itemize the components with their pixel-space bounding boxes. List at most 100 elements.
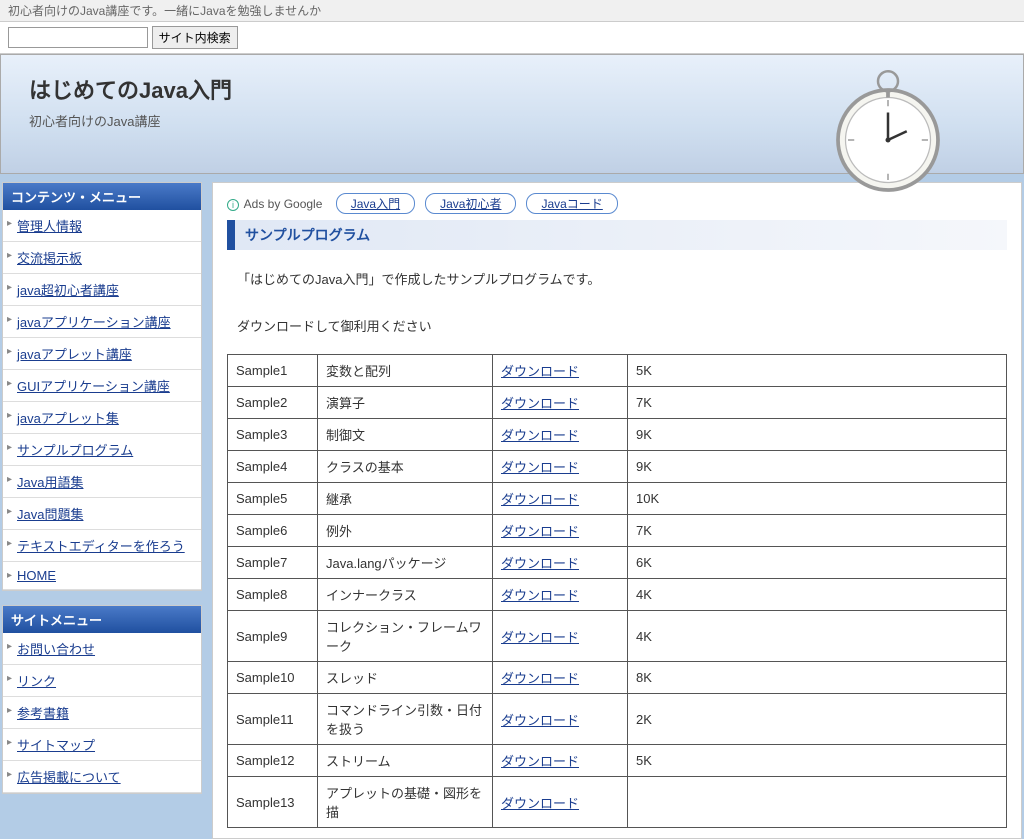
- contents-menu: コンテンツ・メニュー 管理人情報交流掲示板 java超初心者講座 javaアプリケー…: [2, 182, 202, 591]
- menu-item[interactable]: テキストエディターを作ろう: [3, 530, 201, 562]
- search-button[interactable]: [152, 26, 238, 49]
- sample-id: Sample12: [228, 745, 318, 777]
- sample-id: Sample8: [228, 579, 318, 611]
- sample-id: Sample5: [228, 483, 318, 515]
- table-row: Sample4クラスの基本ダウンロード9K: [228, 451, 1007, 483]
- menu-link[interactable]: Java問題集: [17, 507, 83, 522]
- menu-item[interactable]: Java問題集: [3, 498, 201, 530]
- download-cell: ダウンロード: [493, 611, 628, 662]
- top-tagline: 初心者向けのJava講座です。一緒にJavaを勉強しませんか: [0, 0, 1024, 22]
- table-row: Sample8インナークラスダウンロード4K: [228, 579, 1007, 611]
- menu-link[interactable]: 交流掲示板: [17, 251, 82, 266]
- sample-name: Java.langパッケージ: [318, 547, 493, 579]
- download-cell: ダウンロード: [493, 745, 628, 777]
- menu-link[interactable]: HOME: [17, 568, 56, 583]
- download-link[interactable]: ダウンロード: [501, 428, 579, 443]
- site-menu: サイトメニュー お問い合わせリンク参考書籍サイトマップ広告掲載について: [2, 605, 202, 794]
- menu-item[interactable]: リンク: [3, 665, 201, 697]
- menu-item[interactable]: 管理人情報: [3, 210, 201, 242]
- menu-link[interactable]: 管理人情報: [17, 219, 82, 234]
- sample-size: 5K: [628, 355, 1007, 387]
- table-row: Sample3制御文ダウンロード9K: [228, 419, 1007, 451]
- sample-name: 変数と配列: [318, 355, 493, 387]
- sample-size: 6K: [628, 547, 1007, 579]
- menu-item[interactable]: GUIアプリケーション講座: [3, 370, 201, 402]
- menu-link[interactable]: リンク: [17, 674, 56, 689]
- sample-size: 10K: [628, 483, 1007, 515]
- sample-name: 演算子: [318, 387, 493, 419]
- menu-item[interactable]: 参考書籍: [3, 697, 201, 729]
- download-cell: ダウンロード: [493, 694, 628, 745]
- menu-title: サイトメニュー: [3, 606, 201, 633]
- menu-title: コンテンツ・メニュー: [3, 183, 201, 210]
- sample-name: クラスの基本: [318, 451, 493, 483]
- download-link[interactable]: ダウンロード: [501, 396, 579, 411]
- download-cell: ダウンロード: [493, 662, 628, 694]
- ads-label: Ads by Google: [244, 197, 323, 211]
- ad-pill[interactable]: Java入門: [336, 193, 415, 214]
- ad-pill[interactable]: Java初心者: [425, 193, 516, 214]
- info-icon: i: [227, 199, 239, 211]
- page-title: サンプルプログラム: [227, 220, 1007, 250]
- menu-link[interactable]: GUIアプリケーション講座: [17, 379, 170, 394]
- menu-link[interactable]: javaアプレット集: [17, 411, 119, 426]
- sample-id: Sample11: [228, 694, 318, 745]
- menu-link[interactable]: お問い合わせ: [17, 642, 95, 657]
- sample-id: Sample10: [228, 662, 318, 694]
- menu-item[interactable]: サンプルプログラム: [3, 434, 201, 466]
- menu-link[interactable]: java超初心者講座: [17, 283, 119, 298]
- sample-name: インナークラス: [318, 579, 493, 611]
- main-content: i Ads by Google Java入門 Java初心者 Javaコード サンプ…: [212, 182, 1022, 839]
- menu-link[interactable]: Java用語集: [17, 475, 83, 490]
- sample-name: コレクション・フレームワーク: [318, 611, 493, 662]
- menu-item[interactable]: javaアプレット集: [3, 402, 201, 434]
- menu-link[interactable]: 参考書籍: [17, 706, 69, 721]
- sample-id: Sample6: [228, 515, 318, 547]
- sample-name: アプレットの基礎・図形を描: [318, 777, 493, 828]
- download-link[interactable]: ダウンロード: [501, 754, 579, 769]
- table-row: Sample5継承ダウンロード10K: [228, 483, 1007, 515]
- menu-item[interactable]: Java用語集: [3, 466, 201, 498]
- sample-size: 8K: [628, 662, 1007, 694]
- table-row: Sample11コマンドライン引数・日付を扱うダウンロード2K: [228, 694, 1007, 745]
- menu-item[interactable]: 交流掲示板: [3, 242, 201, 274]
- download-link[interactable]: ダウンロード: [501, 588, 579, 603]
- download-link[interactable]: ダウンロード: [501, 556, 579, 571]
- download-link[interactable]: ダウンロード: [501, 796, 579, 811]
- download-link[interactable]: ダウンロード: [501, 492, 579, 507]
- download-link[interactable]: ダウンロード: [501, 364, 579, 379]
- menu-link[interactable]: サイトマップ: [17, 738, 95, 753]
- sample-size: 7K: [628, 515, 1007, 547]
- search-input[interactable]: [8, 27, 148, 48]
- menu-item[interactable]: javaアプリケーション講座: [3, 306, 201, 338]
- table-row: Sample6例外ダウンロード7K: [228, 515, 1007, 547]
- menu-item[interactable]: java超初心者講座: [3, 274, 201, 306]
- menu-link[interactable]: javaアプリケーション講座: [17, 315, 171, 330]
- menu-link[interactable]: サンプルプログラム: [17, 443, 133, 458]
- desc-line: ダウンロードして御利用ください: [237, 315, 1007, 338]
- sample-size: [628, 777, 1007, 828]
- sample-name: ストリーム: [318, 745, 493, 777]
- download-cell: ダウンロード: [493, 515, 628, 547]
- menu-item[interactable]: HOME: [3, 562, 201, 590]
- download-cell: ダウンロード: [493, 419, 628, 451]
- menu-link[interactable]: javaアプレット講座: [17, 347, 132, 362]
- menu-link[interactable]: テキストエディターを作ろう: [17, 539, 185, 554]
- download-link[interactable]: ダウンロード: [501, 524, 579, 539]
- table-row: Sample2演算子ダウンロード7K: [228, 387, 1007, 419]
- menu-link[interactable]: 広告掲載について: [17, 770, 121, 785]
- samples-table: Sample1変数と配列ダウンロード5KSample2演算子ダウンロード7KSa…: [227, 354, 1007, 828]
- download-link[interactable]: ダウンロード: [501, 630, 579, 645]
- menu-item[interactable]: 広告掲載について: [3, 761, 201, 793]
- menu-item[interactable]: お問い合わせ: [3, 633, 201, 665]
- table-row: Sample10スレッドダウンロード8K: [228, 662, 1007, 694]
- ad-pill[interactable]: Javaコード: [526, 193, 617, 214]
- menu-item[interactable]: javaアプレット講座: [3, 338, 201, 370]
- sample-id: Sample13: [228, 777, 318, 828]
- download-link[interactable]: ダウンロード: [501, 460, 579, 475]
- table-row: Sample1変数と配列ダウンロード5K: [228, 355, 1007, 387]
- sample-size: 2K: [628, 694, 1007, 745]
- download-link[interactable]: ダウンロード: [501, 671, 579, 686]
- table-row: Sample12ストリームダウンロード5K: [228, 745, 1007, 777]
- menu-item[interactable]: サイトマップ: [3, 729, 201, 761]
